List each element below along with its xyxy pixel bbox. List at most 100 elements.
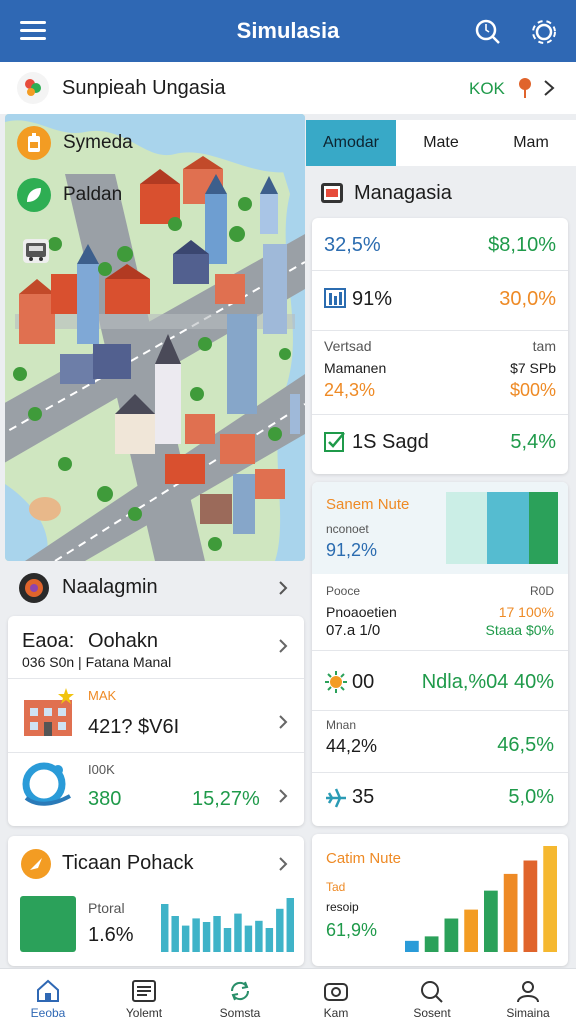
water-icon: [22, 762, 74, 812]
bar-chart-icon: [324, 287, 346, 309]
profile-icon: [515, 979, 541, 1003]
promo-bar-chart: [161, 898, 294, 952]
divider: [312, 414, 568, 415]
promo-bar: [161, 904, 169, 952]
nav-sync[interactable]: Somsta: [192, 969, 288, 1024]
promo-bar: [265, 928, 274, 952]
chevron-right-icon[interactable]: [278, 638, 288, 654]
promo-bar: [234, 913, 242, 952]
promo-card[interactable]: Ticaan Pohack Ptoral 1.6%: [8, 836, 304, 966]
search-icon: [419, 979, 445, 1003]
gear-icon[interactable]: [530, 18, 558, 46]
stat-value: 5,0%: [508, 786, 554, 808]
feature-sub: nconoet: [326, 522, 369, 536]
chart-bar: [464, 909, 478, 952]
nav-list[interactable]: Yolemt: [96, 969, 192, 1024]
check-icon: [324, 430, 346, 452]
stat-value: 35: [352, 786, 375, 808]
divider: [312, 270, 568, 271]
promo-bar: [286, 898, 294, 952]
nav-home[interactable]: Eeoba: [0, 969, 96, 1024]
building-icon: [22, 686, 74, 738]
stat-label: Pnoaoetien: [326, 604, 397, 620]
nav-profile[interactable]: Simaina: [480, 969, 576, 1024]
chevron-right-icon[interactable]: [278, 580, 288, 596]
tab-mam[interactable]: Mam: [486, 120, 576, 166]
stat-value: $00%: [509, 380, 556, 400]
map-chip-power[interactable]: Symeda: [17, 126, 133, 160]
feature-banner[interactable]: Sanem Nute nconoet 91,2%: [312, 482, 568, 574]
stat-label: Mamanen: [324, 360, 387, 376]
chevron-right-icon[interactable]: [543, 79, 555, 97]
chart-bar: [484, 890, 498, 952]
feature-value: 91,2%: [326, 540, 378, 560]
chart-value: 61,9%: [326, 920, 378, 940]
chart-bar: [503, 873, 518, 952]
promo-bar: [255, 920, 263, 952]
nav-label: Somsta: [219, 1006, 261, 1020]
promo-bar: [171, 916, 179, 952]
camera-icon: [323, 979, 349, 1003]
tab-amodar[interactable]: Amodar: [306, 120, 396, 166]
promo-value: 1.6%: [88, 924, 134, 946]
pin-icon[interactable]: [518, 77, 532, 99]
nav-search[interactable]: Sosent: [384, 969, 480, 1024]
chevron-right-icon[interactable]: [278, 788, 288, 804]
chevron-right-icon[interactable]: [278, 714, 288, 730]
management-title: Managasia: [354, 181, 452, 204]
map-chip-parks[interactable]: Paldan: [17, 178, 122, 212]
location-code[interactable]: KOK: [469, 79, 505, 99]
leaf-icon: [17, 178, 51, 212]
divider: [312, 650, 568, 651]
bus-icon[interactable]: [23, 239, 49, 263]
divider: [8, 678, 304, 679]
feature-swatches: [446, 492, 558, 564]
promo-bar: [192, 918, 200, 952]
stat-label: 17 100%: [498, 604, 554, 620]
stat-label: R0D: [529, 584, 554, 598]
section-title: Naalagmin: [62, 576, 158, 598]
stat-value: 1S Sagd: [352, 431, 429, 453]
nav-label: Yolemt: [125, 1006, 163, 1020]
chevron-right-icon[interactable]: [278, 856, 288, 872]
stat-value: 44,2%: [326, 736, 378, 756]
tab-bar: Amodar Mate Mam: [306, 120, 576, 166]
chart-card[interactable]: Catim Nute Tad resoip 61,9%: [312, 834, 568, 966]
bottom-nav: Eeoba Yolemt Somsta Kam Sosent Simaina: [0, 968, 576, 1024]
facility-sub: 036 S0n | Fatana Manal: [22, 654, 172, 670]
promo-sub: Ptoral: [88, 900, 125, 916]
battery-icon: [17, 126, 51, 160]
nav-camera[interactable]: Kam: [288, 969, 384, 1024]
promo-bar: [181, 925, 190, 952]
section-header[interactable]: Naalagmin: [8, 566, 304, 610]
divider: [312, 710, 568, 711]
sync-icon: [227, 979, 253, 1003]
chart-title: Catim Nute: [326, 850, 402, 867]
tab-mate[interactable]: Mate: [396, 120, 486, 166]
city-map[interactable]: Symeda Paldan: [5, 114, 305, 561]
plane-icon: [324, 786, 348, 810]
management-header: Managasia: [310, 170, 576, 216]
nav-label: Eeoba: [30, 1006, 66, 1020]
search-icon[interactable]: [474, 18, 502, 46]
facility-percent: 15,27%: [192, 788, 260, 810]
stat-label: tam: [532, 338, 556, 354]
stat-value: $8,10%: [488, 234, 556, 256]
stat-label: Pooce: [326, 584, 361, 598]
sun-icon: [324, 670, 348, 694]
stat-value: 91%: [352, 288, 393, 310]
facility-label: Eaoa:: [22, 630, 75, 652]
divider: [312, 772, 568, 773]
stat-value: Ndla,%04 40%: [421, 671, 554, 693]
promo-bar: [213, 916, 221, 952]
stat-value: 30,0%: [499, 288, 556, 310]
logo-icon: [17, 72, 49, 104]
chart-bar: [523, 860, 538, 952]
facility-value: 421? $V6I: [88, 716, 180, 738]
facility-tag: I00K: [88, 762, 115, 777]
chart-sub: Tad: [326, 880, 346, 894]
stat-value: Staaa $0%: [485, 622, 555, 638]
divider: [312, 330, 568, 331]
stat-value: 24,3%: [324, 380, 376, 400]
promo-bar: [202, 922, 211, 952]
